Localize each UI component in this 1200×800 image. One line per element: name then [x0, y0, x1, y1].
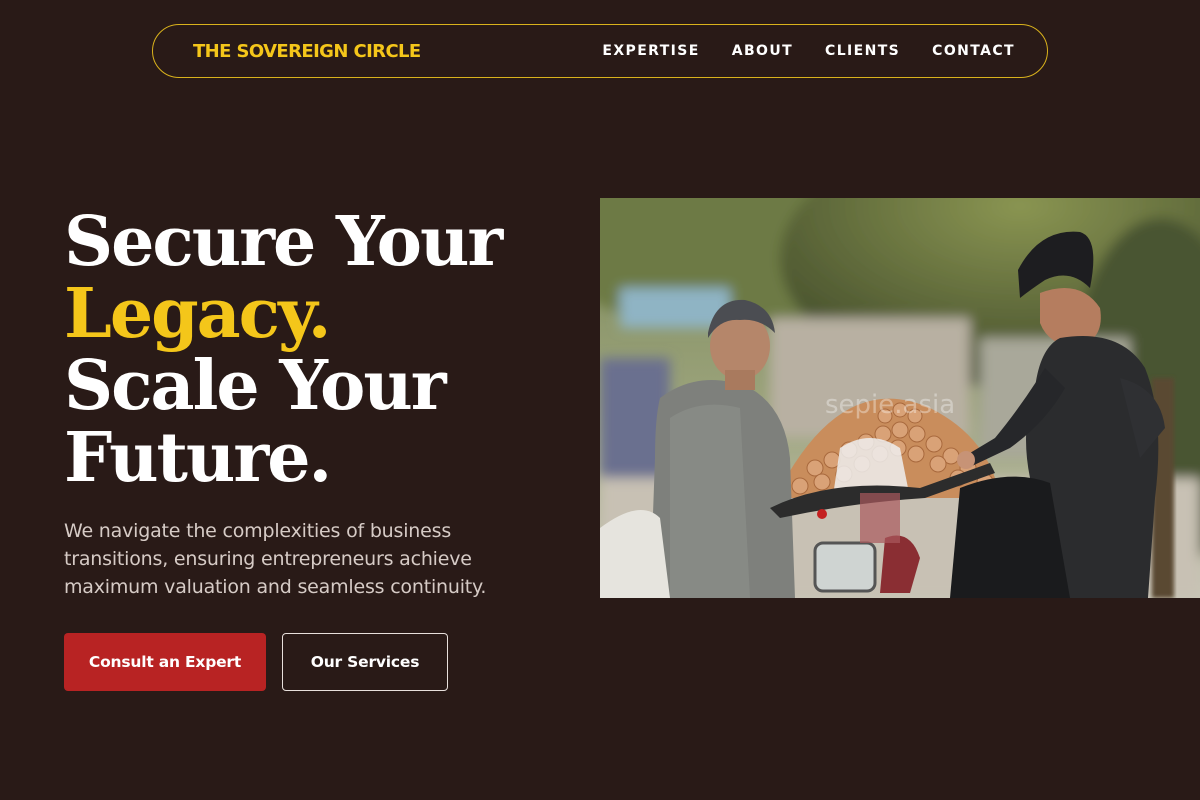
hero-title-line-4: Future. [64, 418, 332, 498]
nav-link-expertise[interactable]: EXPERTISE [602, 43, 699, 59]
our-services-button[interactable]: Our Services [282, 633, 448, 691]
hero-image: sepie.asia [600, 198, 1200, 598]
hero-title-line-1: Secure Your [64, 202, 503, 282]
nav-links: EXPERTISE ABOUT CLIENTS CONTACT [602, 43, 1015, 59]
image-watermark: sepie.asia [825, 390, 955, 420]
top-nav: THE SOVEREIGN CIRCLE EXPERTISE ABOUT CLI… [152, 24, 1048, 78]
hero-title: Secure Your Legacy. Scale Your Future. [64, 206, 584, 494]
nav-link-clients[interactable]: CLIENTS [825, 43, 900, 59]
hero-title-accent: Legacy. [64, 274, 331, 354]
hero-title-line-3: Scale Your [64, 346, 447, 426]
consult-expert-button[interactable]: Consult an Expert [64, 633, 266, 691]
brand-logo[interactable]: THE SOVEREIGN CIRCLE [193, 41, 421, 62]
nav-link-about[interactable]: ABOUT [732, 43, 793, 59]
hero-photo: sepie.asia [600, 198, 1200, 598]
hero-subtitle: We navigate the complexities of business… [64, 520, 487, 598]
nav-link-contact[interactable]: CONTACT [932, 43, 1015, 59]
